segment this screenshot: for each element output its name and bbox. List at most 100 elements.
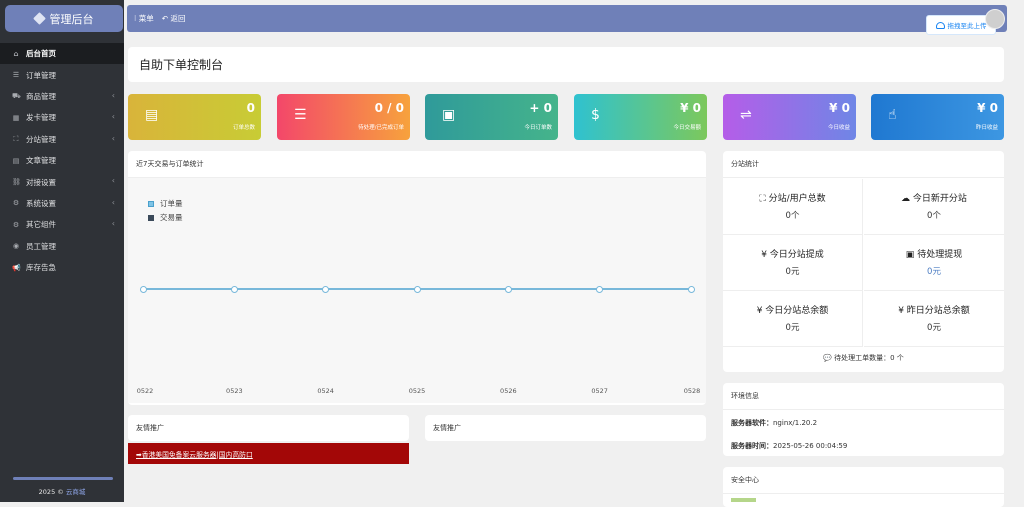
chart-point[interactable]	[322, 285, 330, 293]
sidebar-item-label: 系统设置	[26, 198, 56, 208]
money-icon: ▣	[905, 250, 915, 260]
chart-point[interactable]	[139, 285, 147, 293]
stat-label: 订单总数	[232, 125, 255, 131]
chevron-left-icon: ‹	[111, 90, 115, 100]
footer-link[interactable]: 云商城	[66, 488, 86, 496]
menu-toggle-button[interactable]: ⁝ 菜单	[134, 13, 154, 24]
legend-item-volume[interactable]: 交易量	[148, 212, 183, 223]
sidebar-item[interactable]: ⛟ 商品管理 ‹	[0, 86, 124, 107]
x-tick-label: 0525	[408, 387, 426, 395]
cart-icon: ⛟	[12, 91, 21, 100]
security-panel: 安全中心	[723, 467, 1004, 507]
substation-stat: ☁ 今日新开分站 0个	[864, 179, 1004, 235]
substation-stat-label: ▣ 待处理提现	[864, 247, 1004, 260]
friend-links-panel-1: 友情推广	[128, 415, 409, 441]
pointer-hand-icon: ☝	[888, 107, 897, 123]
back-button[interactable]: ↶ 返回	[162, 13, 186, 24]
chart-point[interactable]	[504, 285, 512, 293]
bullhorn-icon: 📢	[12, 263, 21, 272]
substation-stat-text: 今日分站提成	[769, 250, 824, 260]
chart-point[interactable]	[413, 285, 421, 293]
sitemap-icon: ⛶	[759, 194, 766, 204]
chevron-left-icon: ‹	[111, 197, 115, 207]
sidebar-item[interactable]: ⌂ 后台首页	[0, 43, 124, 65]
sitemap-icon: ⛶	[13, 134, 19, 143]
pending-tickets: 💬 待处理工单数量：0 个	[723, 353, 1004, 363]
pending-tickets-text: 待处理工单数量：0 个	[834, 354, 904, 362]
home-icon: ⌂	[13, 49, 19, 58]
server-time-label: 服务器时间：	[731, 442, 773, 450]
gear-icon: ⚙	[12, 199, 20, 208]
chevron-left-icon: ‹	[111, 133, 115, 143]
top-navbar: ⁝ 菜单 ↶ 返回	[127, 5, 1007, 32]
sidebar-item[interactable]: 📢 库存告急	[0, 257, 124, 278]
stat-card[interactable]: $ ¥ 0 今日交易额	[574, 94, 707, 140]
server-software-label: 服务器软件：	[731, 419, 773, 427]
handshake-icon: ⇌	[740, 107, 752, 123]
brand-logo[interactable]: 管理后台	[5, 5, 123, 32]
link-icon: ⛓	[12, 178, 21, 187]
sidebar-scrollbar[interactable]	[13, 477, 113, 480]
stat-label: 今日收益	[827, 125, 850, 131]
chevron-left-icon: ‹	[111, 112, 115, 122]
sliders-icon: ☰	[294, 107, 307, 123]
substation-stat-value: 0个	[785, 211, 800, 221]
upload-label: 拖拽至此上传	[947, 22, 987, 30]
sidebar-item-label: 发卡管理	[26, 113, 56, 123]
legend-label: 订单量	[160, 199, 183, 208]
sidebar-item-label: 分站管理	[26, 134, 56, 144]
substation-stat-label: ¥ 今日分站总余额	[723, 303, 862, 316]
gears-icon: ⚙	[12, 220, 20, 229]
sidebar-item-label: 文章管理	[26, 156, 56, 166]
sidebar-item[interactable]: ⛶ 分站管理 ‹	[0, 129, 124, 150]
chart-point[interactable]	[596, 285, 604, 293]
avatar[interactable]	[985, 9, 1005, 29]
sidebar-item[interactable]: ⚙ 系统设置 ‹	[0, 193, 124, 214]
friend-links-title: 友情推广	[136, 424, 164, 432]
trade-panel-title: 近7天交易与订单统计	[128, 151, 706, 178]
legend-item-orders[interactable]: 订单量	[148, 198, 183, 209]
yen-icon: ¥	[761, 250, 767, 260]
table-icon: ▤	[145, 107, 159, 123]
substation-stat-text: 待处理提现	[917, 250, 963, 260]
sidebar-item-label: 商品管理	[26, 91, 56, 101]
sidebar-item[interactable]: ⚙ 其它组件 ‹	[0, 214, 124, 235]
sidebar-item[interactable]: ◉ 员工管理	[0, 236, 124, 257]
substation-stat: ⛶ 分站/用户总数 0个	[723, 179, 863, 235]
stat-card[interactable]: ▤ 0 订单总数	[128, 94, 261, 140]
server-software: 服务器软件：nginx/1.20.2	[731, 418, 817, 428]
substation-stat: ¥ 昨日分站总余额 0元	[864, 291, 1004, 347]
stat-card[interactable]: ☰ 0 / 0 待处理/已完成订单	[277, 94, 410, 140]
chart-point[interactable]	[230, 285, 238, 293]
sidebar-item-label: 后台首页	[26, 49, 56, 59]
comment-icon: 💬	[823, 354, 832, 362]
substation-panel-title: 分站统计	[723, 151, 1004, 178]
stat-card[interactable]: ⇌ ¥ 0 今日收益	[723, 94, 856, 140]
substation-stat-value: 0元	[785, 267, 800, 277]
sidebar-item[interactable]: ☰ 订单管理	[0, 64, 124, 85]
sidebar-item-label: 员工管理	[26, 241, 56, 251]
stat-value: ¥ 0	[977, 101, 998, 115]
stat-card[interactable]: ▣ + 0 今日订单数	[425, 94, 558, 140]
friend-links-panel-2: 友情推广	[425, 415, 706, 441]
friend-links-title: 友情推广	[433, 424, 461, 432]
x-tick-label: 0527	[591, 387, 608, 395]
list-icon: ☰	[12, 71, 20, 80]
sidebar-item[interactable]: ▤ 文章管理	[0, 150, 124, 171]
ad-banner-link[interactable]: ➡香港美国免备案云服务器|国内高防口	[128, 443, 409, 464]
substation-stat: ¥ 今日分站总余额 0元	[723, 291, 863, 347]
substation-stat-label: ¥ 昨日分站总余额	[864, 303, 1004, 316]
substation-stat-text: 昨日分站总余额	[906, 306, 970, 316]
sidebar-item-label: 对接设置	[26, 177, 56, 187]
x-tick-label: 0522	[136, 387, 154, 395]
substation-stat-value: 0个	[927, 211, 941, 221]
sidebar-item[interactable]: ▦ 发卡管理 ‹	[0, 107, 124, 128]
stat-card[interactable]: ☝ ¥ 0 昨日收益	[871, 94, 1004, 140]
x-tick-label: 0528	[683, 387, 701, 395]
substation-stat-text: 今日新开分站	[912, 194, 967, 204]
calendar-plus-icon: ▣	[442, 107, 456, 123]
chevron-left-icon: ‹	[111, 219, 115, 229]
substation-stat-value: 0元	[927, 323, 941, 333]
chart-point[interactable]	[687, 285, 695, 293]
sidebar-item[interactable]: ⛓ 对接设置 ‹	[0, 171, 124, 192]
